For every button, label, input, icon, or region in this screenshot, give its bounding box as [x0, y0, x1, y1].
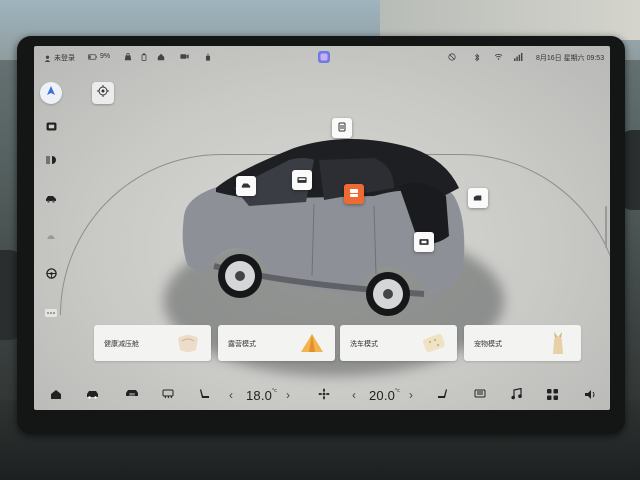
- passenger-temperature[interactable]: 20.0°c: [369, 388, 400, 403]
- home-icon: [50, 389, 62, 402]
- home-button[interactable]: [46, 385, 66, 405]
- fan-button[interactable]: [314, 385, 334, 405]
- driver-temp-decrease[interactable]: ‹: [229, 388, 233, 402]
- passenger-seat-icon: [437, 388, 448, 402]
- more-button[interactable]: [42, 304, 60, 322]
- driver-temperature[interactable]: 18.0°c: [246, 388, 277, 403]
- svg-text:360: 360: [129, 393, 135, 397]
- rear-defrost-button[interactable]: [158, 385, 178, 405]
- bottom-dock: 360 ‹ 18.0°c › ‹ 20.0°c ›: [34, 380, 610, 410]
- date-time: 8月16日 星期六 09:53: [536, 53, 604, 63]
- user-icon: [44, 55, 51, 62]
- cabin-icon: [157, 53, 165, 61]
- fan-icon: [318, 388, 330, 402]
- camera-360-icon: 360: [125, 389, 139, 401]
- mode-label: 宠物模式: [474, 341, 502, 348]
- background-building: [380, 0, 640, 40]
- passenger-temp-increase[interactable]: ›: [409, 388, 413, 402]
- login-status-text: 未登录: [54, 55, 75, 62]
- sanitize-icon: [204, 53, 212, 61]
- sponge-icon: [421, 330, 447, 358]
- wiper-button[interactable]: [42, 228, 60, 246]
- navigation-arrow-icon: [45, 84, 57, 102]
- rear-defrost-icon: [162, 389, 174, 402]
- sunroof-icon: [337, 119, 347, 137]
- passenger-temp-decrease[interactable]: ‹: [352, 388, 356, 402]
- car-side-button[interactable]: [42, 190, 60, 208]
- mode-card-pet[interactable]: 宠物模式: [464, 325, 581, 361]
- front-door-hotspot[interactable]: [236, 176, 256, 196]
- seat-control-button[interactable]: [42, 118, 60, 136]
- mode-label: 露营模式: [228, 341, 256, 348]
- date-time-text: 8月16日 星期六 09:53: [536, 55, 605, 62]
- sunroof-control-hotspot[interactable]: [332, 118, 352, 138]
- seat-hotspot-active[interactable]: [344, 184, 364, 204]
- left-quick-controls: [34, 76, 70, 376]
- rear-door-hotspot[interactable]: [414, 232, 434, 252]
- temperature-unit: °c: [395, 388, 401, 394]
- steering-wheel-icon: [45, 266, 57, 284]
- pillow-icon: [175, 330, 201, 358]
- temperature-unit: °c: [272, 388, 278, 394]
- wifi-icon: [494, 53, 503, 60]
- window-icon: [297, 171, 307, 189]
- no-signal-icon: [448, 53, 456, 61]
- bluetooth-icon: [474, 53, 480, 62]
- car-side-mirror-icon: [241, 177, 251, 195]
- mode-label: 健康减压舱: [104, 341, 139, 348]
- apps-button[interactable]: [542, 385, 562, 405]
- trunk-hotspot[interactable]: [468, 188, 488, 208]
- mode-card-health-decompression[interactable]: 健康减压舱: [94, 325, 211, 361]
- account-status[interactable]: 未登录: [44, 53, 75, 63]
- mode-card-car-wash[interactable]: 洗车模式: [340, 325, 457, 361]
- mode-label: 洗车模式: [350, 341, 378, 348]
- battery-percent: 9%: [100, 53, 111, 60]
- seat-icon: [46, 118, 57, 136]
- passenger-temperature-value: 20.0: [369, 388, 396, 403]
- front-defrost-button[interactable]: [470, 385, 490, 405]
- more-icon: [45, 304, 57, 322]
- bag-icon: [124, 53, 132, 61]
- seat-icon: [349, 185, 359, 203]
- scroll-indicator[interactable]: [605, 206, 607, 248]
- steering-wheel-button[interactable]: [42, 266, 60, 284]
- driver-seat-icon: [199, 388, 210, 402]
- car-icon: [86, 390, 99, 401]
- music-icon: [510, 387, 522, 402]
- car-side-icon: [45, 190, 57, 208]
- volume-icon: [584, 389, 596, 402]
- vehicle-model: [182, 139, 465, 316]
- cellular-icon: [514, 53, 523, 61]
- driver-seat-heat-button[interactable]: [194, 385, 214, 405]
- tent-icon: [299, 330, 325, 358]
- rear-seat-icon: [419, 233, 429, 251]
- trunk-icon: [473, 189, 483, 207]
- status-bar: 未登录 9% 8月16日 星期六 09:53: [34, 46, 610, 68]
- headlight-icon: [45, 152, 57, 170]
- battery-icon: [88, 53, 97, 60]
- recenter-view-button[interactable]: [92, 82, 114, 104]
- navigation-button[interactable]: [40, 82, 62, 104]
- apps-grid-icon: [546, 388, 558, 402]
- camera-360-button[interactable]: 360: [122, 385, 142, 405]
- camera-icon: [180, 53, 189, 60]
- volume-button[interactable]: [580, 385, 600, 405]
- target-icon: [97, 84, 109, 102]
- front-defrost-icon: [474, 389, 486, 402]
- music-button[interactable]: [506, 385, 526, 405]
- pet-icon: [545, 330, 571, 358]
- infotainment-screen: 未登录 9% 8月16日 星期六 09:53 健康减压舱 露营模式 洗车模式 宠…: [34, 46, 610, 410]
- window-hotspot[interactable]: [292, 170, 312, 190]
- headlight-button[interactable]: [42, 152, 60, 170]
- driver-temperature-value: 18.0: [246, 388, 273, 403]
- phone-upload-icon: [140, 53, 148, 61]
- driver-temp-increase[interactable]: ›: [286, 388, 290, 402]
- passenger-seat-heat-button[interactable]: [432, 385, 452, 405]
- mode-card-camping[interactable]: 露营模式: [218, 325, 335, 361]
- wiper-icon: [46, 228, 56, 246]
- car-button[interactable]: [82, 385, 102, 405]
- app-store-icon[interactable]: [318, 51, 330, 63]
- battery-status: 9%: [88, 53, 110, 60]
